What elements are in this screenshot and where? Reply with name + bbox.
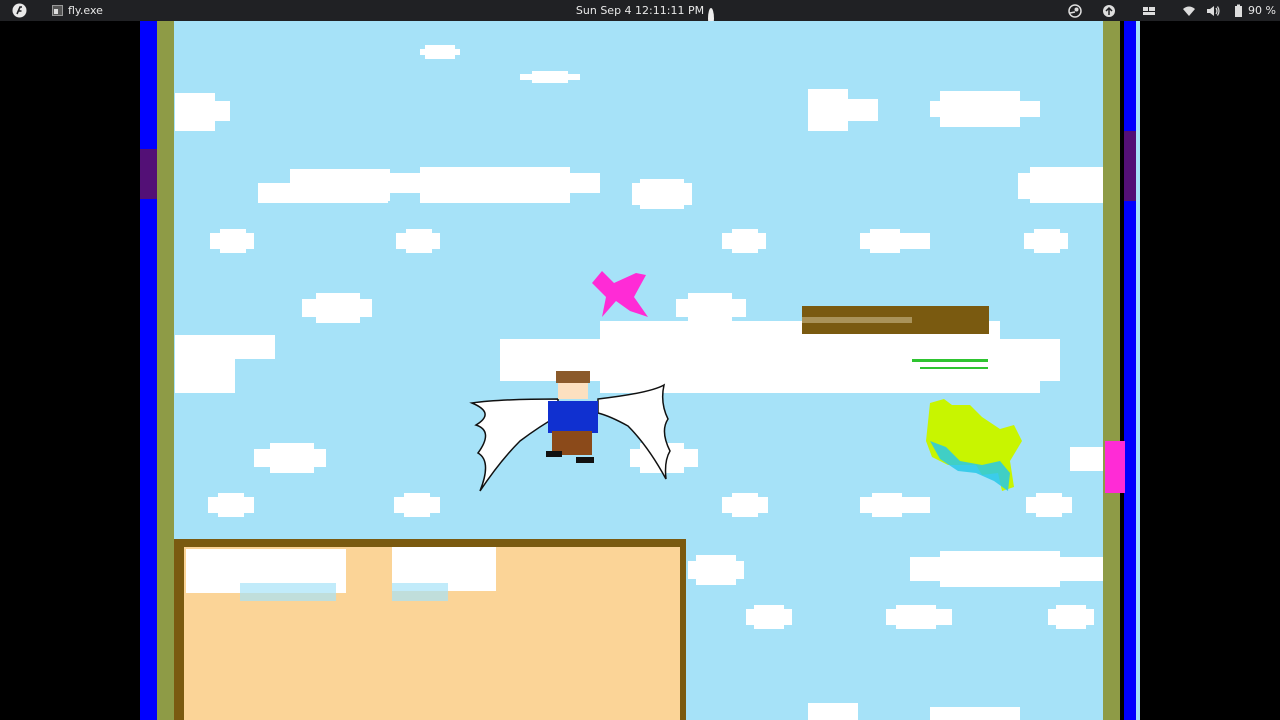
edge-artifact [140, 149, 157, 199]
cloud [688, 555, 744, 585]
app-window-icon [52, 5, 63, 16]
edge-artifact [1105, 441, 1125, 493]
battery-icon[interactable] [1231, 4, 1245, 25]
app-title: fly.exe [68, 4, 103, 17]
wifi-icon[interactable] [1182, 4, 1196, 25]
active-app[interactable]: fly.exe [52, 0, 103, 21]
cloud [175, 93, 230, 131]
cloud [1026, 493, 1072, 517]
cloud [860, 229, 930, 253]
cloud [1024, 229, 1068, 253]
cloud [175, 335, 275, 393]
cloud [808, 89, 878, 131]
cloud [632, 179, 692, 209]
cloud [930, 91, 1040, 127]
cloud [396, 229, 440, 253]
game-scene [140, 45, 1136, 720]
enemy-creature [926, 399, 1022, 491]
cloud [676, 293, 746, 323]
game-window[interactable] [140, 21, 1140, 720]
volume-icon[interactable] [1206, 4, 1220, 25]
cloud [1048, 605, 1094, 629]
edge-artifact [1124, 131, 1136, 201]
cloud [520, 71, 580, 83]
window-switch-icon[interactable] [1142, 4, 1156, 25]
battery-percentage: 90 % [1248, 4, 1276, 17]
system-top-bar: fly.exe Sun Sep 4 12:11:11 PM 90 % [0, 0, 1280, 29]
magenta-pickup [592, 271, 648, 317]
cloud [420, 45, 460, 59]
cloud [860, 493, 930, 517]
cloud [722, 229, 766, 253]
ground-block [174, 539, 686, 720]
cloud [258, 167, 600, 203]
cloud [722, 493, 768, 517]
cloud [808, 703, 1020, 720]
cloud [910, 551, 1103, 587]
app-logo-icon[interactable] [12, 3, 27, 24]
cloud [302, 293, 372, 323]
cloud [1018, 167, 1103, 203]
clock[interactable]: Sun Sep 4 12:11:11 PM [576, 4, 704, 17]
cloud [254, 443, 326, 473]
cloud [746, 605, 792, 629]
cloud [208, 493, 254, 517]
cloud [394, 493, 440, 517]
cloud [886, 605, 952, 629]
cloud [1070, 447, 1103, 471]
cloud [210, 229, 254, 253]
